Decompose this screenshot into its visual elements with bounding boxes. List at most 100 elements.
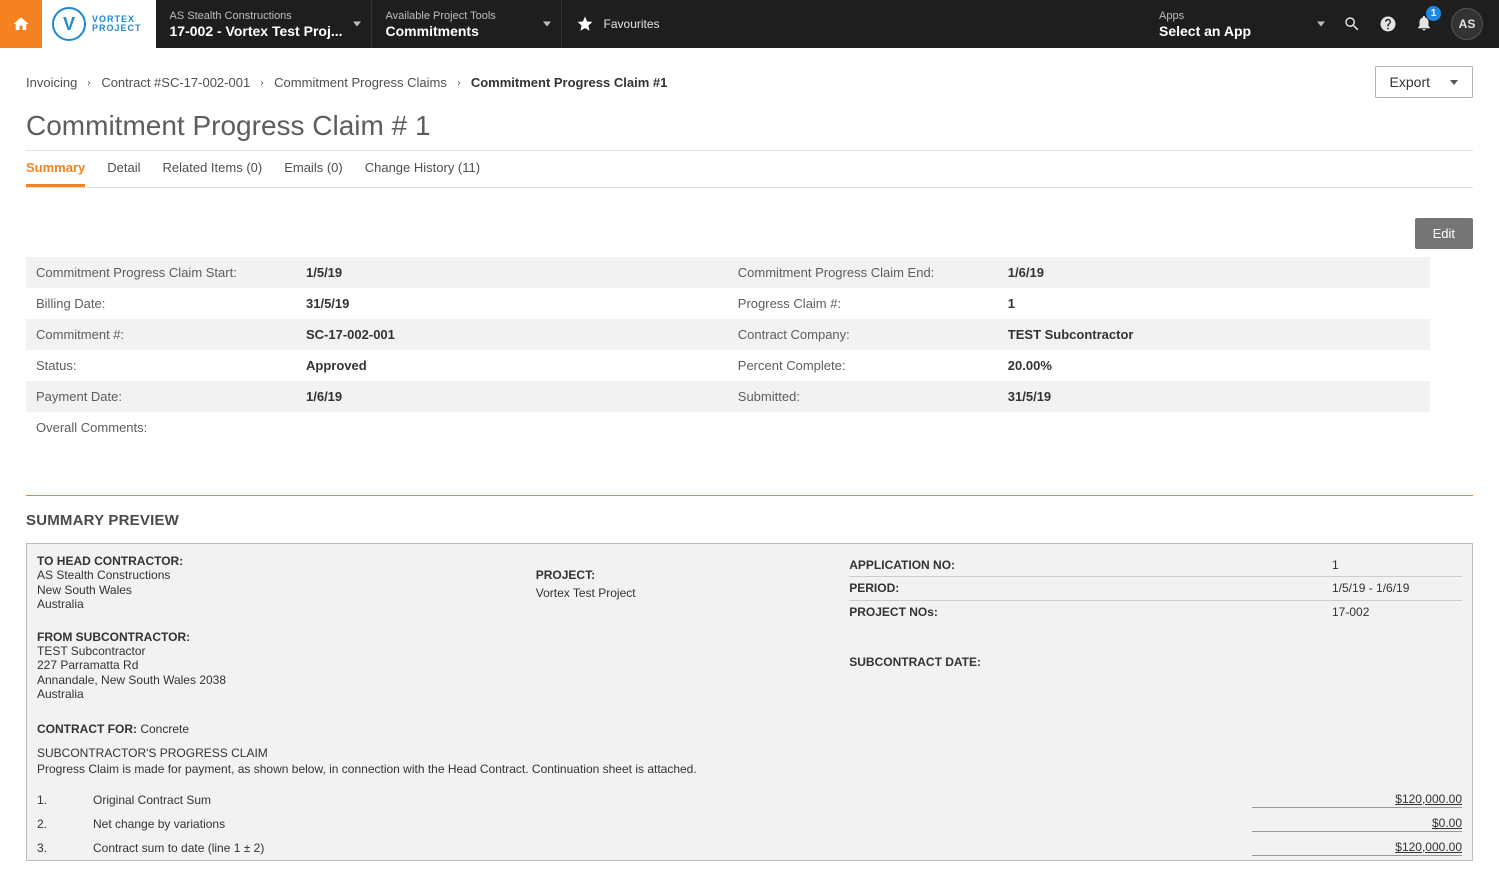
preview-text: Australia xyxy=(37,597,536,611)
tools-dropdown-label: Available Project Tools xyxy=(386,9,533,23)
preview-label: PROJECT NOs: xyxy=(849,605,1332,619)
chevron-right-icon xyxy=(85,75,93,90)
avatar[interactable]: AS xyxy=(1451,8,1483,40)
search-icon[interactable] xyxy=(1343,15,1361,33)
line-item: 1. Original Contract Sum $120,000.00 xyxy=(37,788,1462,812)
summary-grid: Commitment Progress Claim Start:1/5/19 C… xyxy=(26,257,1430,443)
tab-detail[interactable]: Detail xyxy=(107,151,140,187)
field-value: 1/5/19 xyxy=(306,265,342,280)
breadcrumb-current: Commitment Progress Claim #1 xyxy=(471,75,668,90)
home-button[interactable] xyxy=(0,0,42,48)
help-icon[interactable] xyxy=(1379,15,1397,33)
preview-label: TO HEAD CONTRACTOR: xyxy=(37,554,536,568)
field-value: 1/6/19 xyxy=(1008,265,1044,280)
summary-preview-heading: SUMMARY PREVIEW xyxy=(26,512,1473,529)
favourites-label: Favourites xyxy=(604,17,660,31)
favourites-button[interactable]: Favourites xyxy=(562,0,674,48)
logo-icon: V xyxy=(52,7,86,41)
breadcrumb-invoicing[interactable]: Invoicing xyxy=(26,75,77,90)
page-title: Commitment Progress Claim # 1 xyxy=(26,110,1473,142)
line-amount: $120,000.00 xyxy=(1252,840,1462,856)
preview-text: 227 Parramatta Rd xyxy=(37,658,536,672)
preview-label: FROM SUBCONTRACTOR: xyxy=(37,630,536,644)
divider-accent xyxy=(26,495,1473,496)
preview-claim-title: SUBCONTRACTOR'S PROGRESS CLAIM xyxy=(37,746,1462,760)
breadcrumb-claims[interactable]: Commitment Progress Claims xyxy=(274,75,447,90)
preview-text: TEST Subcontractor xyxy=(37,644,536,658)
line-desc: Net change by variations xyxy=(93,817,1252,831)
preview-label: PROJECT: xyxy=(536,568,850,582)
preview-text: New South Wales xyxy=(37,583,536,597)
field-value: SC-17-002-001 xyxy=(306,327,395,342)
preview-label: PERIOD: xyxy=(849,581,1332,595)
field-label: Payment Date: xyxy=(36,389,306,404)
field-value: 20.00% xyxy=(1008,358,1052,373)
field-label: Status: xyxy=(36,358,306,373)
caret-down-icon xyxy=(1317,22,1325,27)
field-label: Overall Comments: xyxy=(36,420,306,435)
top-nav: V VORTEX PROJECT AS Stealth Construction… xyxy=(0,0,1499,48)
chevron-right-icon xyxy=(258,75,266,90)
field-label: Percent Complete: xyxy=(738,358,1008,373)
export-button[interactable]: Export xyxy=(1375,66,1473,98)
tools-dropdown[interactable]: Available Project Tools Commitments xyxy=(372,0,562,48)
tab-emails[interactable]: Emails (0) xyxy=(284,151,343,187)
preview-text: Australia xyxy=(37,687,536,701)
field-value: Approved xyxy=(306,358,367,373)
preview-label: SUBCONTRACT DATE: xyxy=(849,655,1462,669)
line-amount: $120,000.00 xyxy=(1252,792,1462,808)
line-number: 2. xyxy=(37,817,93,831)
preview-label: CONTRACT FOR: xyxy=(37,722,137,736)
preview-label: APPLICATION NO: xyxy=(849,558,1332,572)
project-dropdown-value: 17-002 - Vortex Test Proj... xyxy=(170,23,343,39)
field-label: Billing Date: xyxy=(36,296,306,311)
field-label: Commitment Progress Claim End: xyxy=(738,265,1008,280)
preview-value: 1/5/19 - 1/6/19 xyxy=(1332,581,1462,595)
field-label: Progress Claim #: xyxy=(738,296,1008,311)
apps-dropdown[interactable]: Apps Select an App xyxy=(1145,0,1335,48)
notifications-button[interactable]: 1 xyxy=(1415,14,1433,35)
project-dropdown[interactable]: AS Stealth Constructions 17-002 - Vortex… xyxy=(156,0,372,48)
caret-down-icon xyxy=(543,22,551,27)
preview-text: AS Stealth Constructions xyxy=(37,568,536,582)
logo-block[interactable]: V VORTEX PROJECT xyxy=(42,0,156,48)
tab-related-items[interactable]: Related Items (0) xyxy=(163,151,263,187)
field-value: 31/5/19 xyxy=(1008,389,1051,404)
line-item: 3. Contract sum to date (line 1 ± 2) $12… xyxy=(37,836,1462,860)
breadcrumb-contract[interactable]: Contract #SC-17-002-001 xyxy=(101,75,250,90)
field-label: Submitted: xyxy=(738,389,1008,404)
field-label: Commitment Progress Claim Start: xyxy=(36,265,306,280)
field-value: 1 xyxy=(1008,296,1015,311)
line-item: 2. Net change by variations $0.00 xyxy=(37,812,1462,836)
field-label: Contract Company: xyxy=(738,327,1008,342)
preview-a-text: Vortex Test Project xyxy=(536,586,850,600)
field-value: 31/5/19 xyxy=(306,296,349,311)
field-value: TEST Subcontractor xyxy=(1008,327,1134,342)
tabs: Summary Detail Related Items (0) Emails … xyxy=(26,151,1473,188)
line-desc: Original Contract Sum xyxy=(93,793,1252,807)
field-value: 1/6/19 xyxy=(306,389,342,404)
field-label: Commitment #: xyxy=(36,327,306,342)
logo-text: VORTEX PROJECT xyxy=(92,15,142,33)
tools-dropdown-value: Commitments xyxy=(386,23,533,39)
chevron-right-icon xyxy=(455,75,463,90)
caret-down-icon xyxy=(1450,80,1458,85)
summary-preview-box: TO HEAD CONTRACTOR: AS Stealth Construct… xyxy=(26,543,1473,861)
preview-value: 1 xyxy=(1332,558,1462,572)
preview-value: 17-002 xyxy=(1332,605,1462,619)
caret-down-icon xyxy=(353,22,361,27)
preview-value: Concrete xyxy=(140,722,189,736)
tab-summary[interactable]: Summary xyxy=(26,151,85,187)
apps-dropdown-value: Select an App xyxy=(1159,23,1307,39)
line-number: 1. xyxy=(37,793,93,807)
star-icon xyxy=(576,15,594,33)
line-amount: $0.00 xyxy=(1252,816,1462,832)
apps-dropdown-label: Apps xyxy=(1159,9,1307,23)
preview-claim-desc: Progress Claim is made for payment, as s… xyxy=(37,762,1462,776)
edit-button[interactable]: Edit xyxy=(1415,218,1473,249)
notification-badge: 1 xyxy=(1426,6,1441,21)
project-dropdown-label: AS Stealth Constructions xyxy=(170,9,343,23)
breadcrumb: Invoicing Contract #SC-17-002-001 Commit… xyxy=(26,75,667,90)
tab-change-history[interactable]: Change History (11) xyxy=(365,151,480,187)
preview-text: Annandale, New South Wales 2038 xyxy=(37,673,536,687)
